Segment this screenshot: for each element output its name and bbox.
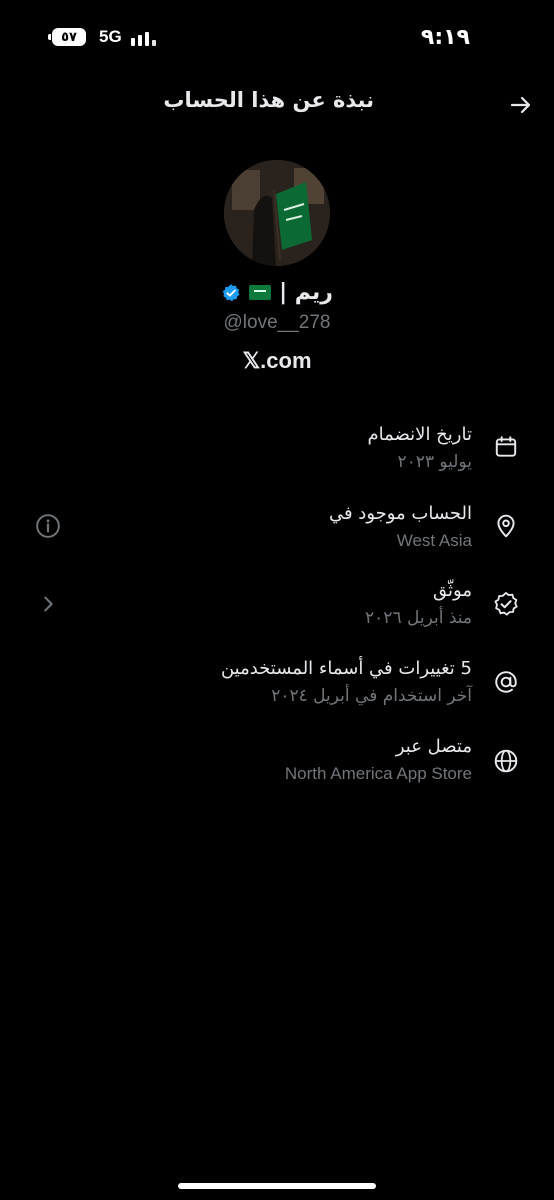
- globe-icon: [492, 747, 520, 775]
- verified-badge-icon: [221, 283, 241, 303]
- connected-via-title: متصل عبر: [395, 736, 472, 757]
- location-value: West Asia: [396, 531, 472, 550]
- location-title: الحساب موجود في: [328, 503, 472, 524]
- verified-title: موثّق: [433, 580, 472, 601]
- join-date-title: تاريخ الانضمام: [367, 424, 472, 445]
- verified-badge-icon: [492, 590, 520, 618]
- site-name: 𝕏.com: [242, 348, 312, 373]
- back-arrow-icon[interactable]: [506, 90, 536, 120]
- home-indicator[interactable]: [178, 1183, 376, 1189]
- username-changes-title: 5 تغييرات في أسماء المستخدمين: [220, 658, 472, 679]
- chevron-right-icon[interactable]: [33, 589, 63, 619]
- network-type: 5G: [99, 27, 122, 46]
- join-date-value: يوليو ٢٠٢٣: [397, 452, 472, 472]
- calendar-icon: [492, 433, 520, 461]
- status-time: ٩:١٩: [420, 25, 470, 50]
- avatar[interactable]: [224, 160, 330, 266]
- username-changes-value: آخر استخدام في أبريل ٢٠٢٤: [271, 686, 472, 706]
- profile-handle: @love__278: [223, 312, 331, 333]
- location-pin-icon: [492, 512, 520, 540]
- signal-bars-icon: [131, 28, 161, 46]
- page-title: نبذة عن هذا الحساب: [163, 88, 374, 112]
- info-icon[interactable]: [33, 511, 63, 541]
- connected-via-value: North America App Store: [284, 764, 472, 783]
- saudi-flag-icon: [249, 285, 272, 300]
- battery-indicator: ٥٧: [48, 28, 86, 46]
- profile-name: ريم |: [279, 280, 333, 305]
- at-sign-icon: [492, 668, 520, 696]
- profile-name-row: ريم |: [0, 280, 554, 305]
- verified-value: منذ أبريل ٢٠٢٦: [365, 608, 472, 628]
